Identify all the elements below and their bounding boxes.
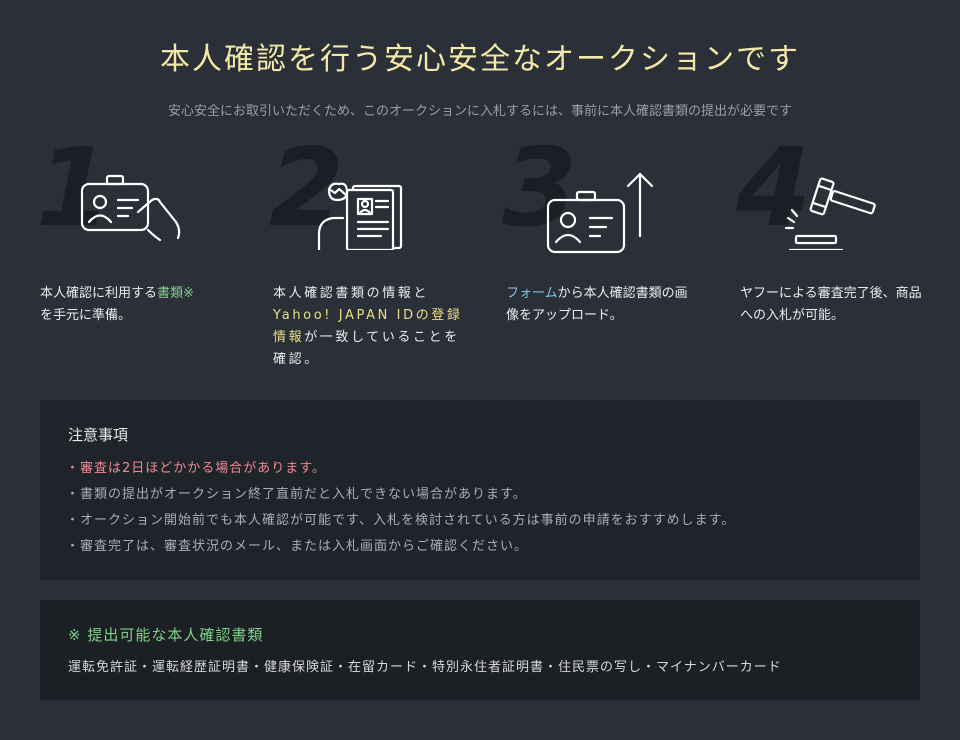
documents-link[interactable]: 書類※ bbox=[157, 286, 194, 301]
steps-section: 1 本人確認に利用する書類※ を手元に準備。 2 本人確認書類の情報とYahoo… bbox=[36, 135, 922, 385]
id-card-hand-icon bbox=[80, 174, 181, 242]
gavel-icon bbox=[784, 177, 876, 250]
step-1: 1 本人確認に利用する書類※ を手元に準備。 bbox=[36, 135, 240, 385]
step-2: 2 本人確認書類の情報とYahoo! JAPAN IDの登録情報が一致しているこ… bbox=[269, 135, 473, 385]
accepted-documents-title: ※ 提出可能な本人確認書類 bbox=[68, 626, 264, 644]
accepted-documents-list: 運転免許証・運転経歴証明書・健康保険証・在留カード・特別永住者証明書・住民票の写… bbox=[68, 660, 782, 675]
notes-list: ・審査は2日ほどかかる場合があります。 ・書類の提出がオークション終了直前だと入… bbox=[66, 456, 735, 560]
step-4: 4 ヤフーによる審査完了後、商品への入札が可能。 bbox=[736, 135, 940, 385]
id-card-upload-icon bbox=[546, 172, 654, 254]
step-3: 3 フォームから本人確認書類の画像をアップロード。 bbox=[502, 135, 706, 385]
step-description: 本人確認書類の情報とYahoo! JAPAN IDの登録情報が一致していることを… bbox=[273, 286, 463, 367]
step-description: ヤフーによる審査完了後、商品への入札が可能。 bbox=[740, 286, 922, 323]
notes-title: 注意事項 bbox=[68, 426, 129, 444]
notes-panel: 注意事項 ・審査は2日ほどかかる場合があります。 ・書類の提出がオークション終了… bbox=[40, 400, 920, 580]
list-item: ・審査は2日ほどかかる場合があります。 bbox=[66, 461, 326, 476]
list-item: ・書類の提出がオークション終了直前だと入札できない場合があります。 bbox=[66, 487, 527, 502]
person-document-icon bbox=[317, 182, 403, 250]
step-description: 本人確認に利用する書類※ を手元に準備。 bbox=[40, 286, 194, 323]
page-title: 本人確認を行う安心安全なオークションです bbox=[160, 42, 800, 77]
upload-form-link[interactable]: フォーム bbox=[506, 286, 558, 301]
list-item: ・審査完了は、審査状況のメール、または入札画面からご確認ください。 bbox=[66, 539, 529, 554]
page-subtitle: 安心安全にお取引いただくため、このオークションに入札するには、事前に本人確認書類… bbox=[167, 104, 792, 119]
step-description: フォームから本人確認書類の画像をアップロード。 bbox=[506, 286, 688, 323]
list-item: ・オークション開始前でも本人確認が可能です、入札を検討されている方は事前の申請を… bbox=[66, 513, 736, 528]
accepted-documents-panel: ※ 提出可能な本人確認書類 運転免許証・運転経歴証明書・健康保険証・在留カード・… bbox=[40, 600, 920, 700]
